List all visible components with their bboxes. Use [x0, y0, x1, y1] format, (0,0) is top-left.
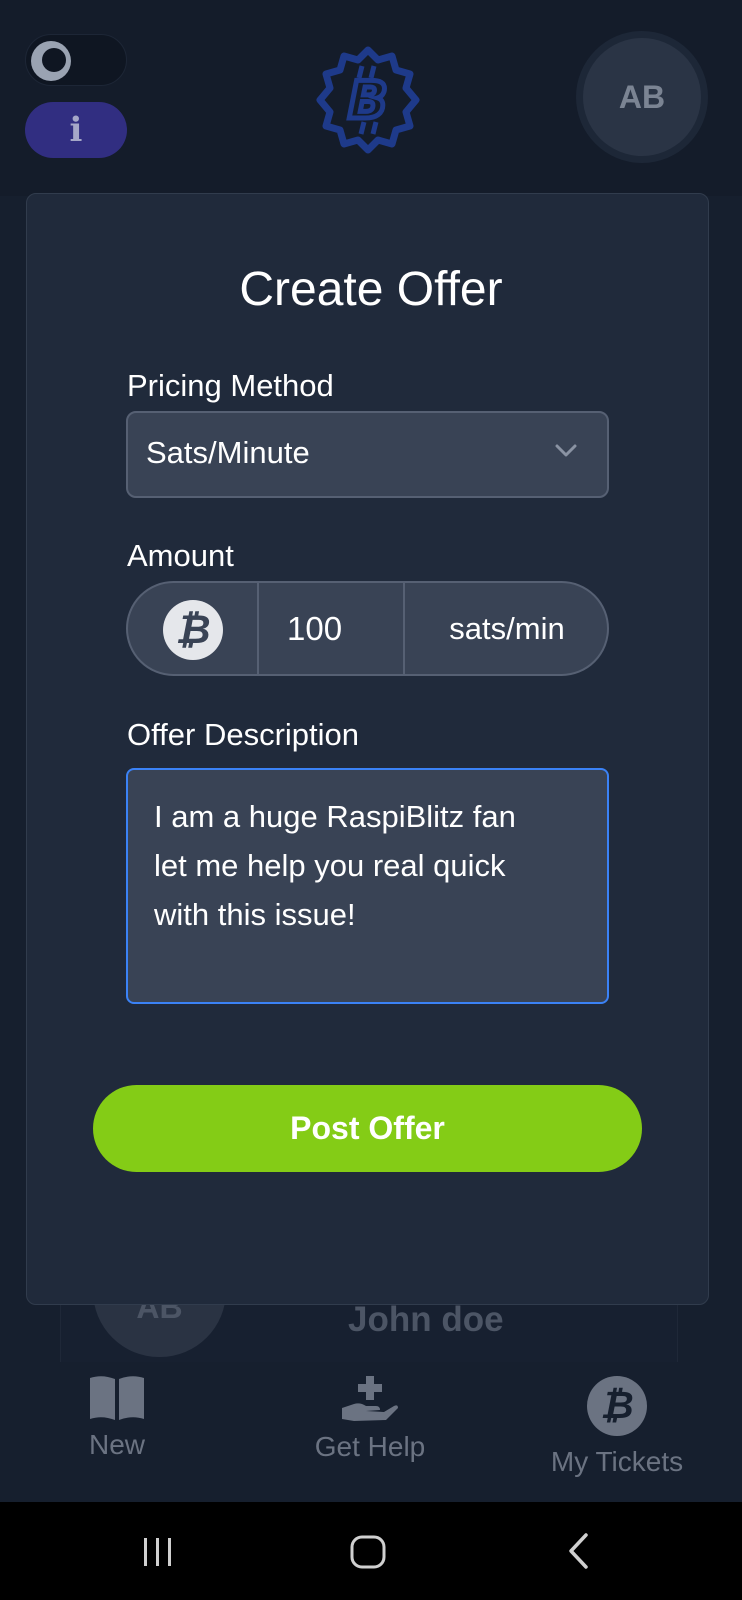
info-icon: i — [69, 110, 83, 150]
screen: i B AB AB John doe Create Offer Pricing … — [0, 0, 742, 1600]
bitcoin-icon: ₿ — [587, 1376, 647, 1436]
app-header: i B AB — [0, 0, 742, 196]
back-icon[interactable] — [566, 1532, 592, 1570]
currency-addon: ₿ — [128, 583, 259, 674]
pricing-method-value: Sats/Minute — [146, 435, 310, 470]
system-navigation-bar — [0, 1502, 742, 1600]
list-item-name: John doe — [348, 1300, 504, 1339]
hand-plus-icon — [342, 1376, 398, 1421]
home-icon[interactable] — [349, 1534, 387, 1570]
book-icon — [90, 1376, 144, 1420]
bitcoin-icon: ₿ — [163, 600, 223, 660]
avatar-initials: AB — [583, 38, 701, 156]
nav-item-get-help[interactable]: Get Help — [300, 1374, 440, 1463]
nav-item-label: My Tickets — [550, 1446, 684, 1477]
amount-input[interactable]: 100 — [259, 583, 405, 674]
amount-label: Amount — [127, 538, 234, 573]
moon-icon — [31, 41, 71, 81]
chevron-down-icon — [555, 444, 577, 457]
nav-item-label: Get Help — [314, 1431, 426, 1462]
amount-unit: sats/min — [449, 610, 565, 646]
post-offer-button[interactable]: Post Offer — [93, 1085, 642, 1172]
recent-apps-icon[interactable] — [140, 1536, 176, 1568]
offer-description-label: Offer Description — [127, 717, 360, 752]
info-button[interactable]: i — [25, 102, 127, 158]
modal-title: Create Offer — [239, 263, 503, 316]
pricing-method-select[interactable]: Sats/Minute — [126, 411, 609, 498]
user-avatar[interactable]: AB — [576, 31, 708, 163]
offer-description-textarea[interactable]: I am a huge RaspiBlitz fan let me help y… — [126, 768, 609, 1004]
nav-item-new[interactable]: New — [62, 1374, 172, 1461]
amount-input-group: ₿ 100 sats/min — [126, 581, 609, 676]
bottom-nav: New Get Help ₿ My Tickets — [0, 1362, 742, 1502]
nav-item-my-tickets[interactable]: ₿ My Tickets — [537, 1376, 697, 1478]
bitcoin-badge-logo: B — [316, 46, 420, 154]
pricing-method-label: Pricing Method — [127, 368, 334, 403]
nav-item-label: New — [88, 1429, 145, 1460]
dark-mode-toggle[interactable] — [25, 34, 127, 86]
svg-text:B: B — [348, 71, 388, 131]
